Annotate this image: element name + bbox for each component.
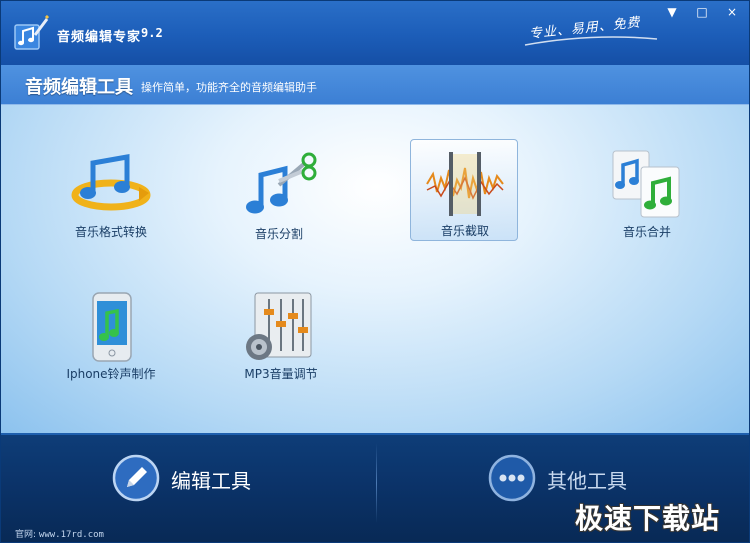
website-label: 官网: — [15, 530, 37, 540]
tool-music-format-convert[interactable]: 音乐格式转换 — [57, 145, 165, 245]
music-format-convert-icon — [71, 154, 151, 211]
music-split-icon — [246, 152, 317, 214]
tool-label: Iphone铃声制作 — [66, 367, 156, 381]
tool-mp3-volume[interactable]: MP3音量调节 — [227, 287, 335, 387]
tool-label: MP3音量调节 — [244, 367, 318, 381]
tool-label: 音乐合并 — [622, 225, 671, 239]
section-description: 操作简单，功能齐全的音频编辑助手 — [141, 81, 317, 94]
section-title: 音频编辑工具 — [25, 77, 133, 98]
close-button[interactable]: × — [721, 3, 743, 21]
app-version: 9.2 — [141, 26, 163, 40]
tool-label: 音乐格式转换 — [74, 225, 147, 239]
watermark: 极速下载站 — [575, 502, 721, 535]
music-merge-icon — [612, 150, 680, 218]
more-icon — [488, 454, 536, 502]
iphone-ringtone-icon — [92, 292, 132, 362]
tool-music-cut[interactable]: 音乐截取 — [410, 139, 518, 241]
tool-iphone-ringtone[interactable]: Iphone铃声制作 — [57, 287, 165, 387]
tab-label: 其他工具 — [547, 469, 627, 493]
bottom-navigation: 编辑工具 其他工具 官网: www.17rd.com 极速下载站 — [1, 433, 749, 542]
tab-edit-tools[interactable]: 编辑工具 — [111, 453, 301, 505]
slogan-swoosh-icon — [524, 36, 658, 46]
pencil-icon — [112, 454, 160, 502]
app-logo-icon — [14, 15, 49, 50]
website-link[interactable]: www.17rd.com — [39, 530, 104, 540]
bottom-divider — [376, 443, 377, 523]
mp3-volume-icon — [246, 292, 312, 360]
tool-music-merge[interactable]: 音乐合并 — [593, 145, 701, 245]
app-window: 音频编辑专家 9.2 专业、易用、免费 ▼ □ × 音频编辑工具 操作简单，功能… — [0, 0, 750, 543]
app-title: 音频编辑专家 — [57, 30, 142, 45]
tool-label: 音乐截取 — [440, 224, 489, 238]
music-cut-icon — [426, 152, 504, 216]
minimize-button[interactable]: ▼ — [661, 3, 683, 21]
website-info: 官网: www.17rd.com — [15, 527, 104, 540]
title-bar[interactable]: 音频编辑专家 9.2 专业、易用、免费 ▼ □ × — [1, 1, 749, 65]
tab-label: 编辑工具 — [171, 469, 251, 493]
tool-label: 音乐分割 — [254, 227, 303, 241]
section-header: 音频编辑工具 操作简单，功能齐全的音频编辑助手 — [1, 65, 749, 105]
tools-panel: 音乐格式转换 音乐分割 音乐截取 音乐合并 Iphone铃声制作 MP3音量调节 — [1, 105, 749, 433]
tool-music-split[interactable]: 音乐分割 — [225, 147, 333, 247]
maximize-button[interactable]: □ — [691, 3, 713, 21]
